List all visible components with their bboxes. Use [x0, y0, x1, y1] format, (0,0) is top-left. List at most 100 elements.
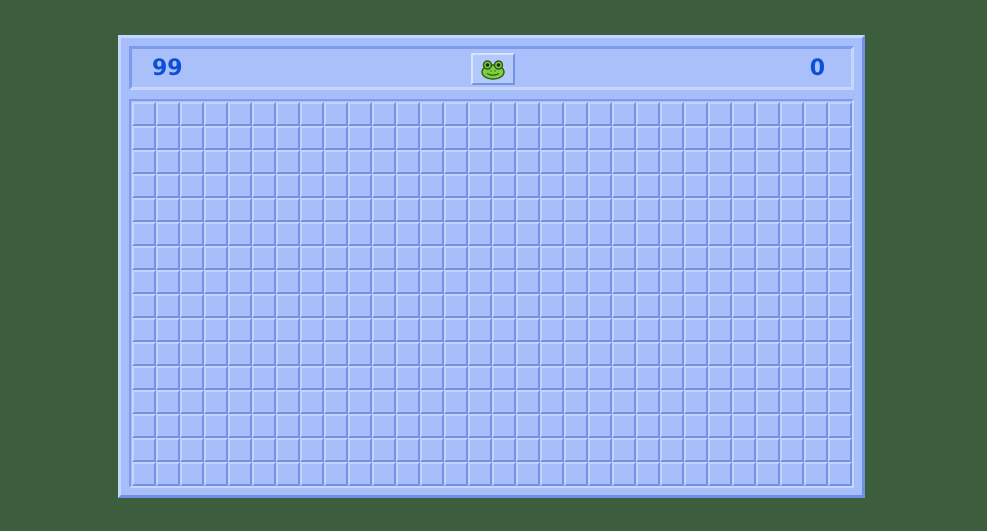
board-cell[interactable]	[612, 366, 636, 390]
board-cell[interactable]	[588, 366, 612, 390]
board-cell[interactable]	[444, 150, 468, 174]
board-cell[interactable]	[660, 222, 684, 246]
board-cell[interactable]	[468, 366, 492, 390]
board-cell[interactable]	[204, 198, 228, 222]
board-cell[interactable]	[228, 174, 252, 198]
board-cell[interactable]	[324, 270, 348, 294]
board-cell[interactable]	[204, 174, 228, 198]
board-cell[interactable]	[348, 246, 372, 270]
board-cell[interactable]	[228, 270, 252, 294]
board-cell[interactable]	[516, 198, 540, 222]
board-cell[interactable]	[540, 462, 564, 486]
board-cell[interactable]	[372, 246, 396, 270]
board-cell[interactable]	[804, 150, 828, 174]
board-cell[interactable]	[348, 390, 372, 414]
board-cell[interactable]	[444, 462, 468, 486]
board-cell[interactable]	[228, 414, 252, 438]
board-cell[interactable]	[828, 198, 852, 222]
board-cell[interactable]	[516, 366, 540, 390]
board-cell[interactable]	[132, 174, 156, 198]
board-cell[interactable]	[204, 270, 228, 294]
board-cell[interactable]	[372, 438, 396, 462]
board-cell[interactable]	[156, 246, 180, 270]
board-cell[interactable]	[756, 102, 780, 126]
board-cell[interactable]	[132, 438, 156, 462]
board-cell[interactable]	[492, 438, 516, 462]
board-cell[interactable]	[540, 270, 564, 294]
board-cell[interactable]	[492, 366, 516, 390]
board-cell[interactable]	[180, 198, 204, 222]
board-cell[interactable]	[828, 270, 852, 294]
board-cell[interactable]	[492, 222, 516, 246]
board-cell[interactable]	[588, 318, 612, 342]
board-cell[interactable]	[444, 222, 468, 246]
board-cell[interactable]	[660, 438, 684, 462]
board-cell[interactable]	[564, 438, 588, 462]
board-cell[interactable]	[756, 462, 780, 486]
board-cell[interactable]	[660, 102, 684, 126]
board-cell[interactable]	[300, 462, 324, 486]
board-cell[interactable]	[492, 462, 516, 486]
board-cell[interactable]	[588, 150, 612, 174]
board-cell[interactable]	[708, 174, 732, 198]
board-cell[interactable]	[564, 126, 588, 150]
board-cell[interactable]	[492, 246, 516, 270]
board-cell[interactable]	[780, 270, 804, 294]
board-cell[interactable]	[276, 126, 300, 150]
board-cell[interactable]	[612, 318, 636, 342]
board-cell[interactable]	[348, 270, 372, 294]
board-cell[interactable]	[348, 198, 372, 222]
board-cell[interactable]	[252, 246, 276, 270]
board-cell[interactable]	[708, 414, 732, 438]
board-cell[interactable]	[372, 318, 396, 342]
board-cell[interactable]	[420, 198, 444, 222]
board-cell[interactable]	[132, 270, 156, 294]
board-cell[interactable]	[804, 414, 828, 438]
board-cell[interactable]	[780, 174, 804, 198]
board-cell[interactable]	[828, 174, 852, 198]
board-cell[interactable]	[324, 390, 348, 414]
board-cell[interactable]	[300, 318, 324, 342]
board-cell[interactable]	[732, 246, 756, 270]
board-cell[interactable]	[420, 438, 444, 462]
board-cell[interactable]	[396, 414, 420, 438]
board-cell[interactable]	[564, 294, 588, 318]
board-cell[interactable]	[492, 318, 516, 342]
board-cell[interactable]	[564, 390, 588, 414]
board-cell[interactable]	[732, 174, 756, 198]
board-cell[interactable]	[636, 174, 660, 198]
board-cell[interactable]	[660, 270, 684, 294]
board-cell[interactable]	[492, 126, 516, 150]
board-cell[interactable]	[156, 270, 180, 294]
board-cell[interactable]	[564, 150, 588, 174]
board-cell[interactable]	[468, 462, 492, 486]
board-cell[interactable]	[732, 390, 756, 414]
board-cell[interactable]	[732, 366, 756, 390]
board-cell[interactable]	[252, 366, 276, 390]
board-cell[interactable]	[156, 342, 180, 366]
board-cell[interactable]	[492, 174, 516, 198]
board-cell[interactable]	[396, 462, 420, 486]
board-cell[interactable]	[396, 438, 420, 462]
board-cell[interactable]	[636, 438, 660, 462]
board-cell[interactable]	[708, 294, 732, 318]
board-cell[interactable]	[564, 366, 588, 390]
board-cell[interactable]	[828, 414, 852, 438]
board-cell[interactable]	[276, 390, 300, 414]
board-cell[interactable]	[180, 270, 204, 294]
board-cell[interactable]	[828, 102, 852, 126]
board-cell[interactable]	[444, 294, 468, 318]
board-cell[interactable]	[228, 318, 252, 342]
board-cell[interactable]	[132, 318, 156, 342]
board-cell[interactable]	[372, 366, 396, 390]
board-cell[interactable]	[420, 126, 444, 150]
board-cell[interactable]	[756, 390, 780, 414]
board-cell[interactable]	[420, 366, 444, 390]
board-cell[interactable]	[204, 342, 228, 366]
board-cell[interactable]	[156, 222, 180, 246]
board-cell[interactable]	[348, 462, 372, 486]
board-cell[interactable]	[588, 438, 612, 462]
board-cell[interactable]	[444, 270, 468, 294]
board-cell[interactable]	[252, 390, 276, 414]
board-cell[interactable]	[708, 270, 732, 294]
